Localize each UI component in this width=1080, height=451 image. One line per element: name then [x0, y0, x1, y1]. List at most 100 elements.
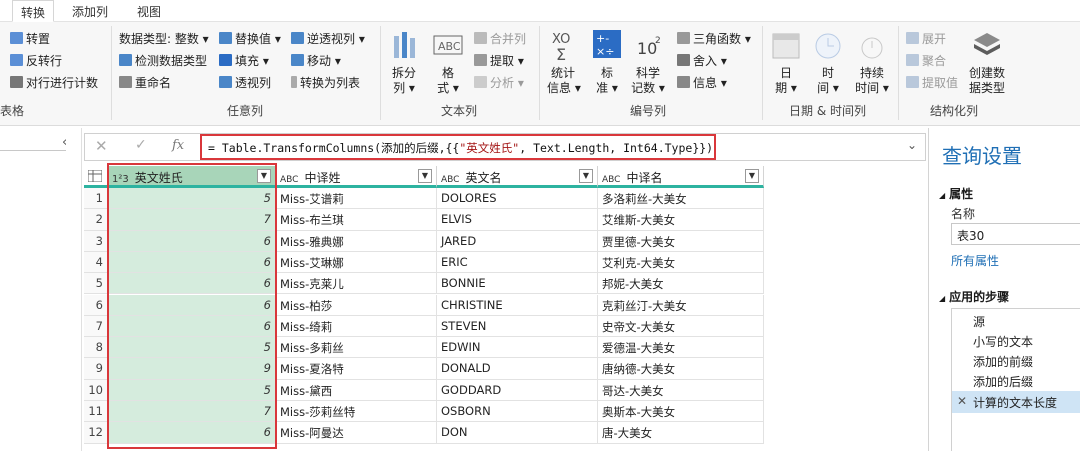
- detect-data-type-button[interactable]: 检测数据类型: [119, 53, 207, 69]
- duration-button[interactable]: 持续 时间 ▾: [852, 66, 892, 96]
- table-cell[interactable]: Miss-柏莎: [276, 294, 437, 316]
- table-cell[interactable]: STEVEN: [437, 315, 598, 338]
- step-item[interactable]: 添加的后缀: [973, 373, 1033, 390]
- pane-title: 查询设置: [942, 144, 1022, 168]
- expand-formula-chevron-icon[interactable]: ⌄: [907, 138, 917, 152]
- tab-view[interactable]: 视图: [137, 3, 161, 20]
- column-header[interactable]: ABC 英文名 ▼: [437, 166, 598, 188]
- delete-step-icon[interactable]: ✕: [957, 394, 967, 408]
- table-cell[interactable]: Miss-多莉丝: [276, 337, 437, 359]
- table-cell[interactable]: Miss-绮莉: [276, 315, 437, 338]
- table-cell[interactable]: 奥斯本-大美女: [598, 401, 764, 423]
- row-number: 2: [84, 209, 108, 231]
- transpose-button[interactable]: 转置: [10, 31, 50, 47]
- table-cell[interactable]: 艾维斯-大美女: [598, 209, 764, 231]
- table-cell[interactable]: 邦妮-大美女: [598, 273, 764, 295]
- row-number: 7: [84, 315, 108, 338]
- query-name-input[interactable]: 表30: [951, 223, 1080, 245]
- table-menu-icon[interactable]: [84, 166, 108, 188]
- extract-values-button[interactable]: 提取值: [906, 75, 958, 91]
- group-label-any-column: 任意列: [227, 104, 264, 118]
- column-header[interactable]: ABC 中译名 ▼: [598, 166, 764, 188]
- table-cell[interactable]: JARED: [437, 230, 598, 252]
- pivot-column-button[interactable]: 透视列: [219, 75, 271, 91]
- standard-button[interactable]: 标 准 ▾: [591, 66, 623, 96]
- replace-values-button[interactable]: 替换值 ▾: [219, 31, 281, 47]
- time-button[interactable]: 时 间 ▾: [814, 66, 842, 96]
- table-cell[interactable]: Miss-莎莉丝特: [276, 401, 437, 423]
- aggregate-button[interactable]: 聚合: [906, 53, 946, 69]
- table-cell[interactable]: 克莉丝汀-大美女: [598, 294, 764, 316]
- table-cell[interactable]: ERIC: [437, 251, 598, 274]
- information-button[interactable]: 信息 ▾: [677, 75, 727, 91]
- date-button[interactable]: 日 期 ▾: [772, 66, 800, 96]
- count-rows-button[interactable]: 对行进行计数: [10, 75, 98, 91]
- all-properties-link[interactable]: 所有属性: [951, 252, 999, 269]
- table-cell[interactable]: Miss-阿曼达: [276, 422, 437, 444]
- collapse-chevron-icon[interactable]: ‹: [62, 135, 67, 150]
- split-column-button[interactable]: 拆分 列 ▾: [390, 66, 418, 96]
- table-cell[interactable]: BONNIE: [437, 273, 598, 295]
- table-cell[interactable]: 唐-大美女: [598, 422, 764, 444]
- table-cell[interactable]: Miss-艾谱莉: [276, 188, 437, 210]
- cancel-icon[interactable]: ✕: [95, 137, 108, 155]
- rename-button[interactable]: 重命名: [119, 75, 171, 91]
- row-number: 6: [84, 294, 108, 316]
- filter-dropdown-icon[interactable]: ▼: [745, 169, 759, 183]
- table-cell[interactable]: GODDARD: [437, 379, 598, 401]
- tab-add-column[interactable]: 添加列: [72, 3, 108, 20]
- tab-transform[interactable]: 转换: [12, 0, 55, 22]
- table-cell[interactable]: DONALD: [437, 358, 598, 380]
- expand-button[interactable]: 展开: [906, 31, 946, 47]
- table-cell[interactable]: Miss-艾琳娜: [276, 251, 437, 274]
- unpivot-icon: [291, 32, 304, 44]
- table-cell[interactable]: Miss-夏洛特: [276, 358, 437, 380]
- unpivot-columns-button[interactable]: 逆透视列 ▾: [291, 31, 365, 47]
- table-cell[interactable]: 艾利克-大美女: [598, 251, 764, 274]
- table-cell[interactable]: OSBORN: [437, 401, 598, 423]
- data-type-dropdown[interactable]: 数据类型: 整数 ▾: [119, 31, 209, 47]
- table-cell[interactable]: Miss-黛西: [276, 379, 437, 401]
- table-cell[interactable]: Miss-克莱儿: [276, 273, 437, 295]
- scientific-button[interactable]: 科学 记数 ▾: [630, 66, 666, 96]
- filter-dropdown-icon[interactable]: ▼: [418, 169, 432, 183]
- filter-dropdown-icon[interactable]: ▼: [579, 169, 593, 183]
- table-cell[interactable]: 贾里德-大美女: [598, 230, 764, 252]
- query-settings-pane: 查询设置 ◢ 属性 名称 表30 所有属性 ◢ 应用的步骤 源 小写的文本 添加的前…: [928, 128, 1080, 451]
- table-cell[interactable]: 史帝文-大美女: [598, 315, 764, 338]
- applied-steps-heading[interactable]: ◢ 应用的步骤: [939, 288, 1009, 305]
- move-button[interactable]: 移动 ▾: [291, 53, 341, 69]
- format-button[interactable]: 格 式 ▾: [434, 66, 462, 96]
- step-item[interactable]: 小写的文本: [973, 333, 1033, 350]
- table-cell[interactable]: DON: [437, 422, 598, 444]
- table-cell[interactable]: EDWIN: [437, 337, 598, 359]
- table-cell[interactable]: 多洛莉丝-大美女: [598, 188, 764, 210]
- fill-button[interactable]: 填充 ▾: [219, 53, 269, 69]
- reverse-rows-button[interactable]: 反转行: [10, 53, 62, 69]
- table-cell[interactable]: DOLORES: [437, 188, 598, 210]
- row-number: 12: [84, 422, 108, 444]
- merge-columns-button[interactable]: 合并列: [474, 31, 526, 47]
- table-cell[interactable]: ELVIS: [437, 209, 598, 231]
- trigonometry-button[interactable]: 三角函数 ▾: [677, 31, 751, 47]
- parse-button[interactable]: 分析 ▾: [474, 75, 524, 91]
- step-item[interactable]: 添加的前缀: [973, 353, 1033, 370]
- extract-button[interactable]: 提取 ▾: [474, 53, 524, 69]
- formula-input[interactable]: = Table.TransformColumns(添加的后缀,{{"英文姓氏",…: [200, 134, 716, 160]
- column-header[interactable]: ABC 中译姓 ▼: [276, 166, 437, 188]
- check-icon[interactable]: ✓: [135, 137, 147, 153]
- table-cell[interactable]: 爱德温-大美女: [598, 337, 764, 359]
- rounding-button[interactable]: 舍入 ▾: [677, 53, 727, 69]
- table-cell[interactable]: 唐纳德-大美女: [598, 358, 764, 380]
- statistics-icon: XOΣ: [552, 32, 570, 62]
- table-cell[interactable]: CHRISTINE: [437, 294, 598, 316]
- statistics-button[interactable]: 统计 信息 ▾: [547, 66, 581, 96]
- properties-heading[interactable]: ◢ 属性: [939, 185, 973, 202]
- create-data-type-button[interactable]: 创建数 据类型: [964, 66, 1010, 96]
- step-item[interactable]: 源: [973, 313, 985, 330]
- fx-icon[interactable]: fx: [172, 138, 184, 153]
- table-cell[interactable]: 哥达-大美女: [598, 379, 764, 401]
- convert-to-list-button[interactable]: 转换为列表: [291, 75, 360, 91]
- table-cell[interactable]: Miss-雅典娜: [276, 230, 437, 252]
- table-cell[interactable]: Miss-布兰琪: [276, 209, 437, 231]
